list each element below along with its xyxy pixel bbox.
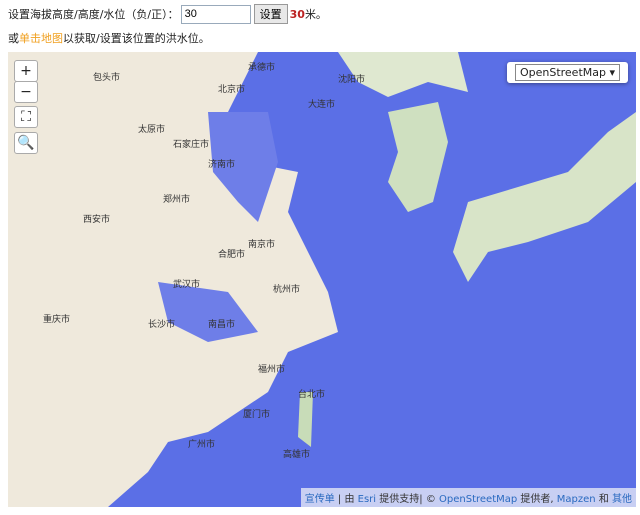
layer-selector[interactable]: OpenStreetMap ▾ — [506, 62, 628, 83]
city-label: 北京市 — [218, 85, 246, 95]
flyer-link[interactable]: 宣传单 — [305, 494, 335, 505]
city-label: 武汉市 — [173, 280, 201, 290]
layer-select-value[interactable]: OpenStreetMap ▾ — [514, 64, 620, 81]
city-label: 合肥市 — [218, 250, 246, 260]
attr-text: 提供支持| © — [379, 494, 436, 505]
attr-text: 和 — [598, 494, 609, 505]
city-label: 大连市 — [308, 100, 336, 110]
city-label: 石家庄市 — [173, 140, 210, 150]
city-label: 西安市 — [83, 215, 111, 225]
city-label: 广州市 — [188, 440, 216, 450]
city-label: 重庆市 — [43, 315, 71, 325]
hint-suffix: 以获取/设置该位置的洪水位。 — [63, 32, 210, 45]
city-label: 杭州市 — [273, 285, 301, 295]
city-label: 长沙市 — [148, 320, 176, 330]
city-label: 济南市 — [208, 160, 236, 170]
current-level: 30 — [289, 7, 305, 21]
level-label: 设置海拔高度/高度/水位（负/正）： — [8, 8, 179, 21]
click-map-link[interactable]: 单击地图 — [19, 32, 63, 45]
attr-text: 提供者, — [520, 494, 554, 505]
attr-text: | 由 — [337, 494, 355, 505]
zoom-out-button[interactable]: − — [14, 81, 38, 103]
city-label: 沈阳市 — [338, 75, 366, 85]
hint-prefix: 或 — [8, 32, 19, 45]
map-tiles — [108, 52, 636, 507]
mapzen-link[interactable]: Mapzen — [557, 494, 596, 505]
hint-text: 或单击地图以获取/设置该位置的洪水位。 — [8, 30, 210, 46]
fullscreen-icon[interactable]: ⛶ — [14, 106, 38, 128]
map[interactable]: 包头市 北京市 承德市 沈阳市 太原市 石家庄市 济南市 大连市 西安市 郑州市… — [8, 52, 636, 507]
osm-link[interactable]: OpenStreetMap — [439, 494, 517, 505]
city-label: 包头市 — [93, 73, 121, 83]
attribution: 宣传单 | 由 Esri 提供支持| © OpenStreetMap 提供者, … — [300, 488, 636, 507]
city-label: 厦门市 — [243, 410, 271, 420]
city-label: 南昌市 — [208, 320, 236, 330]
set-button[interactable]: 设置 — [253, 4, 288, 24]
city-label: 高雄市 — [283, 450, 311, 460]
city-label: 台北市 — [298, 390, 326, 400]
esri-link[interactable]: Esri — [358, 494, 376, 505]
zoom-in-button[interactable]: + — [14, 60, 38, 82]
city-label: 承德市 — [248, 63, 276, 73]
city-label: 福州市 — [258, 365, 286, 375]
level-input[interactable] — [180, 4, 251, 24]
city-label: 太原市 — [138, 125, 166, 135]
city-label: 南京市 — [248, 240, 276, 250]
unit-label: 米。 — [304, 8, 327, 21]
city-label: 郑州市 — [163, 195, 191, 205]
others-link[interactable]: 其他 — [612, 494, 632, 505]
flood-level-form: 设置海拔高度/高度/水位（负/正）： 设置 30 米。 — [8, 4, 327, 24]
search-icon[interactable]: 🔍 — [14, 132, 38, 154]
